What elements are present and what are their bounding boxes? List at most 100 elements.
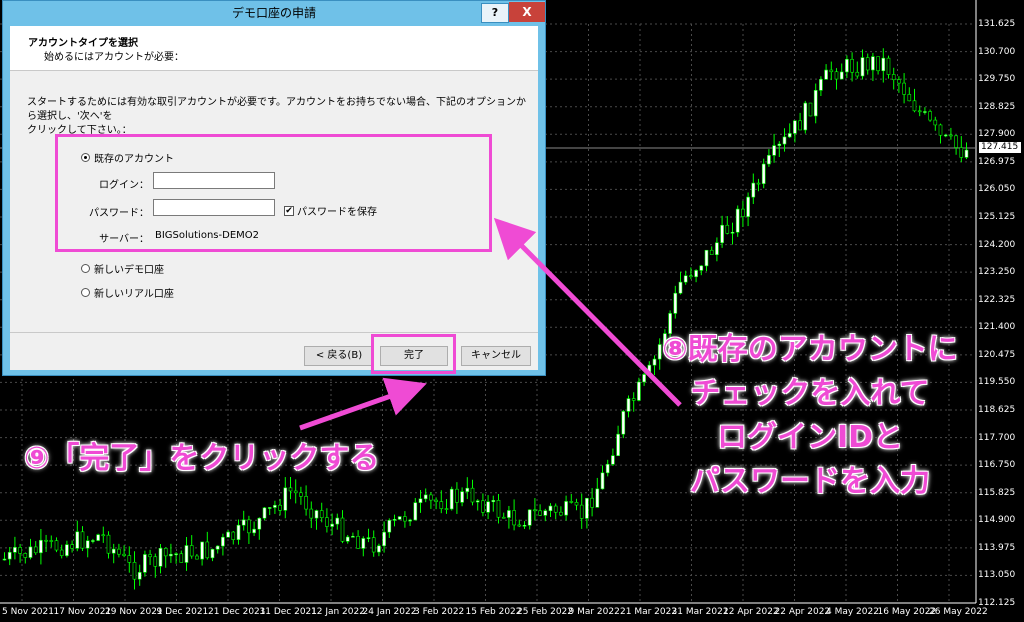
candle-body	[813, 90, 818, 117]
candle-body	[964, 149, 969, 158]
candle-body	[18, 547, 22, 554]
price-tick-label: 126.975	[978, 156, 1016, 167]
candle-body	[65, 544, 69, 556]
price-tick-label: 128.825	[978, 101, 1016, 112]
candle-body	[122, 553, 126, 556]
candle-body	[377, 545, 381, 553]
annotation-line: チェックを入れて	[690, 376, 930, 411]
candle-body	[314, 510, 319, 519]
candle-body	[288, 487, 293, 492]
candle-body	[496, 500, 501, 518]
price-tick-label: 127.900	[978, 129, 1016, 140]
candle-body	[907, 94, 912, 102]
candle-body	[241, 519, 246, 526]
time-tick-label: 22 Apr 2022	[774, 607, 831, 617]
candle-body	[325, 517, 329, 527]
candle-body	[538, 510, 542, 516]
candle-body	[912, 100, 917, 112]
annotation-line: ⑧既存のアカウントに	[662, 332, 958, 367]
candle-body	[54, 540, 59, 551]
candle-body	[200, 541, 204, 560]
candle-body	[189, 545, 194, 557]
time-tick-label: 12 Apr 2022	[723, 607, 779, 617]
time-tick-label: 26 May 2022	[929, 607, 988, 617]
candle-body	[735, 208, 740, 233]
time-tick-label: 31 Mar 2022	[671, 607, 729, 617]
candle-body	[787, 133, 792, 138]
radio-new-real[interactable]: 新しいリアル口座	[81, 285, 174, 300]
candle-body	[699, 265, 704, 271]
candle-body	[507, 510, 511, 518]
finish-button-highlight	[371, 334, 456, 374]
candle-body	[158, 547, 163, 567]
radio-unchecked-icon[interactable]	[81, 288, 90, 297]
candle-body	[860, 57, 865, 77]
candle-body	[153, 556, 158, 567]
cancel-button[interactable]: キャンセル	[461, 346, 531, 366]
candle-body	[257, 517, 262, 530]
candle-body	[413, 502, 418, 521]
candle-body	[605, 463, 610, 474]
candle-body	[449, 488, 454, 510]
candle-body	[673, 292, 678, 314]
help-button[interactable]: ?	[481, 3, 509, 23]
candle-body	[267, 507, 272, 509]
candle-body	[319, 510, 324, 518]
candle-body	[704, 249, 709, 267]
candle-body	[397, 516, 402, 520]
candle-body	[616, 433, 620, 456]
candle-body	[746, 196, 750, 217]
candle-body	[75, 531, 80, 549]
candle-body	[210, 548, 215, 559]
candle-body	[371, 537, 376, 553]
candle-body	[933, 119, 938, 126]
candle-body	[819, 78, 823, 91]
candle-body	[720, 224, 724, 244]
candle-body	[590, 497, 594, 508]
candle-body	[865, 57, 870, 71]
candle-body	[143, 554, 147, 573]
candle-body	[491, 500, 496, 503]
back-button[interactable]: < 戻る(B)	[304, 346, 374, 366]
price-tick-label: 129.750	[978, 74, 1016, 85]
candle-body	[517, 524, 522, 527]
candle-body	[13, 547, 17, 553]
candle-body	[522, 524, 527, 527]
candle-body	[689, 275, 693, 278]
close-button[interactable]: X	[509, 2, 545, 22]
candle-body	[949, 134, 953, 137]
candle-body	[23, 553, 28, 558]
dialog-title: デモ口座の申請	[231, 6, 316, 20]
candle-body	[876, 56, 880, 72]
candle-body	[923, 111, 927, 113]
candle-body	[28, 546, 33, 558]
radio-new-demo[interactable]: 新しいデモ口座	[81, 261, 164, 276]
candle-body	[709, 249, 714, 255]
candle-body	[777, 143, 782, 146]
time-tick-label: 31 Dec 2021	[259, 607, 318, 617]
time-tick-label: 4 May 2022	[826, 607, 879, 617]
candle-body	[600, 472, 605, 490]
price-tick-label: 131.625	[978, 19, 1016, 29]
radio-unchecked-icon[interactable]	[81, 264, 90, 273]
candle-body	[803, 102, 808, 131]
candle-body	[215, 545, 220, 550]
time-tick-label: 25 Feb 2022	[517, 607, 574, 617]
candle-body	[917, 110, 922, 113]
candle-body	[169, 553, 173, 557]
candle-body	[611, 455, 615, 465]
time-tick-label: 3 Feb 2022	[414, 607, 465, 617]
candle-body	[351, 536, 355, 538]
candle-body	[106, 534, 111, 554]
candle-body	[403, 516, 407, 522]
candle-body	[761, 163, 766, 184]
candle-body	[148, 554, 152, 558]
price-tick-label: 123.250	[978, 267, 1016, 278]
candle-body	[59, 549, 64, 556]
description-line: スタートするためには有効な取引アカウントが必要です。アカウントをお持ちでない場合…	[27, 97, 526, 122]
candle-body	[330, 523, 334, 527]
annotation-step9: ⑨「完了」をクリックする	[24, 441, 380, 476]
dialog-header: アカウントタイプを選択 始めるにはアカウントが必要：	[10, 26, 538, 71]
candle-body	[252, 528, 256, 534]
price-tick-label: 122.325	[978, 294, 1016, 305]
